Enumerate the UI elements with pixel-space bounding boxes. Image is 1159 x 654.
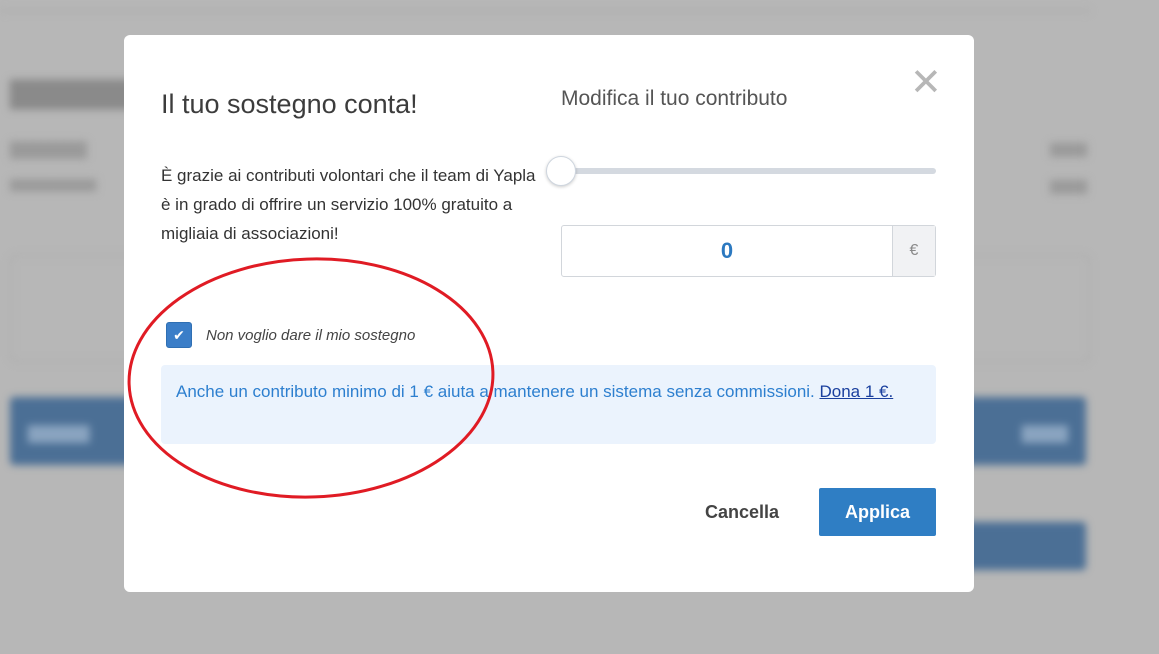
- checkmark-icon: ✔: [173, 326, 185, 343]
- contribution-slider-thumb[interactable]: [546, 156, 576, 186]
- opt-out-row[interactable]: ✔ Non voglio dare il mio sostegno: [166, 322, 415, 348]
- cancel-button[interactable]: Cancella: [692, 488, 792, 536]
- opt-out-checkbox[interactable]: ✔: [166, 322, 192, 348]
- opt-out-label[interactable]: Non voglio dare il mio sostegno: [206, 327, 415, 344]
- modal-title: Il tuo sostegno conta!: [161, 89, 418, 119]
- background-button: [960, 522, 1086, 570]
- currency-label: €: [892, 226, 935, 276]
- info-box: Anche un contributo minimo di 1 € aiuta …: [161, 365, 936, 444]
- info-message: Anche un contributo minimo di 1 € aiuta …: [176, 382, 820, 401]
- background-row-label: ▆▆▆▆▆: [10, 137, 87, 159]
- apply-button[interactable]: Applica: [819, 488, 936, 536]
- info-text: Anche un contributo minimo di 1 € aiuta …: [176, 379, 906, 404]
- modal-description: È grazie ai contributi volontari che il …: [161, 166, 536, 243]
- background-topbar: [0, 0, 1090, 12]
- contribution-title: Modifica il tuo contributo: [561, 87, 788, 110]
- background-row-value: ▆▆▆: [1050, 177, 1087, 194]
- close-icon[interactable]: ✕: [910, 63, 942, 103]
- amount-input[interactable]: [562, 226, 892, 276]
- donate-one-euro-link[interactable]: Dona 1 €.: [820, 382, 894, 401]
- background-row-label: ▆▆▆▆▆▆▆▆: [10, 175, 97, 191]
- amount-field-group: €: [561, 225, 936, 277]
- support-modal: ✕ Il tuo sostegno conta! È grazie ai con…: [124, 35, 974, 592]
- background-row-value: ▆▆▆: [1050, 140, 1087, 157]
- contribution-slider-track[interactable]: [561, 168, 936, 174]
